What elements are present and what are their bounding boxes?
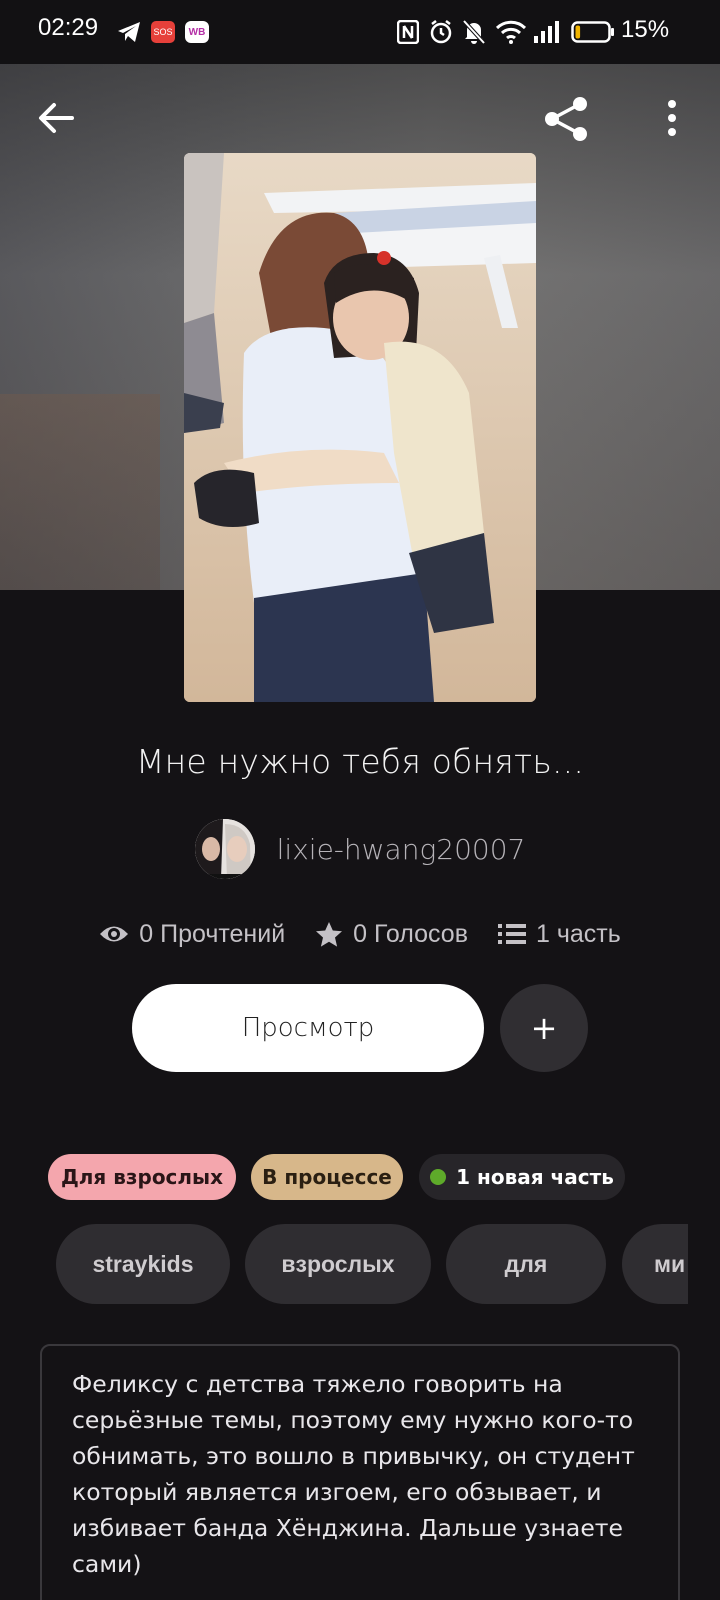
- reads-count: 0 Прочтений: [139, 919, 286, 948]
- status-time: 02:29: [38, 14, 99, 41]
- mute-icon: [461, 18, 487, 46]
- status-bar: 02:29 SOS WB 15%: [0, 0, 720, 64]
- stats-row: 0 Прочтений 0 Голосов 1 часть: [0, 914, 720, 954]
- tag-chip[interactable]: straykids: [56, 1224, 230, 1304]
- sos-icon: SOS: [151, 21, 175, 43]
- votes-stat: 0 Голосов: [315, 920, 468, 949]
- signal-icon: [532, 18, 562, 46]
- mature-badge: Для взрослых: [48, 1154, 236, 1200]
- battery-icon: [570, 18, 616, 46]
- list-icon: [497, 924, 526, 944]
- story-description: Феликсу с детства тяжело говорить на сер…: [72, 1370, 635, 1578]
- new-part-label: 1 новая часть: [456, 1165, 614, 1189]
- share-button[interactable]: [542, 94, 592, 144]
- parts-stat: 1 часть: [497, 919, 621, 949]
- nfc-icon: [396, 18, 420, 46]
- description-box: Феликсу с детства тяжело говорить на сер…: [40, 1344, 680, 1600]
- author-avatar[interactable]: [194, 819, 255, 879]
- eye-icon: [100, 926, 129, 942]
- wb-icon: WB: [185, 21, 209, 43]
- wifi-icon: [494, 18, 528, 46]
- tag-chip[interactable]: для: [446, 1224, 606, 1304]
- parts-count: 1 часть: [535, 919, 621, 948]
- new-dot-icon: [430, 1169, 447, 1185]
- tags-list[interactable]: straykids взрослых для ми: [56, 1224, 688, 1304]
- read-button[interactable]: Просмотр: [132, 984, 484, 1072]
- battery-percent: 15%: [621, 16, 670, 43]
- votes-count: 0 Голосов: [353, 919, 468, 948]
- more-vertical-icon: [668, 100, 676, 136]
- new-part-badge: 1 новая часть: [419, 1154, 625, 1200]
- arrow-left-icon: [39, 103, 74, 133]
- alarm-icon: [428, 18, 454, 46]
- star-icon: [316, 921, 343, 947]
- author-name[interactable]: lixie-hwang20007: [277, 833, 526, 866]
- back-button[interactable]: [34, 96, 78, 140]
- share-icon: [545, 97, 587, 141]
- telegram-icon: [114, 18, 144, 46]
- ongoing-badge: В процессе: [251, 1154, 403, 1200]
- add-to-library-button[interactable]: +: [500, 984, 588, 1072]
- tag-chip[interactable]: взрослых: [245, 1224, 431, 1304]
- tag-chip[interactable]: ми: [622, 1224, 688, 1304]
- cover-photo: [184, 153, 536, 702]
- reads-stat: 0 Прочтений: [99, 920, 285, 949]
- more-options-button[interactable]: [650, 96, 694, 140]
- author-row[interactable]: lixie-hwang20007: [0, 818, 720, 880]
- story-title: Мне нужно тебя обнять...: [135, 742, 585, 781]
- story-cover-image[interactable]: [184, 153, 536, 702]
